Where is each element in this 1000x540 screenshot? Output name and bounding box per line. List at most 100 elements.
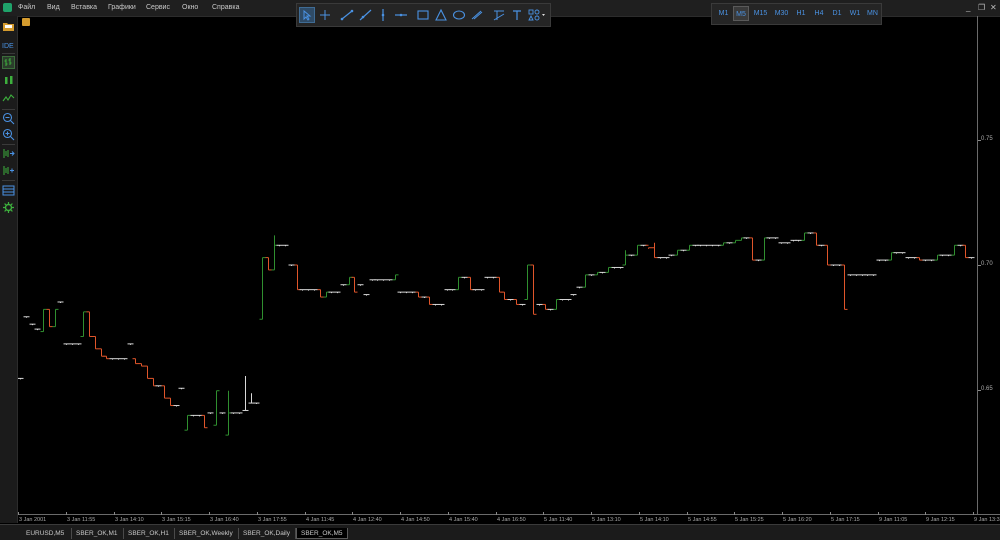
ohlc-bar (75, 343, 82, 345)
ohlc-bar (92, 335, 99, 350)
ohlc-bar (467, 276, 474, 291)
autoscroll-icon[interactable] (2, 164, 15, 177)
ohlc-bar (461, 276, 468, 279)
time-tick-mark (257, 512, 258, 515)
ohlc-bar (668, 254, 675, 257)
ohlc-bar (271, 235, 278, 271)
time-tick-mark (496, 512, 497, 515)
time-tick-label: 9 Jan 13:35 (974, 517, 1000, 523)
ohlc-bar (265, 257, 272, 271)
candlestick-icon[interactable] (2, 74, 15, 87)
chart-area[interactable] (18, 16, 977, 514)
price-chart[interactable] (18, 16, 977, 514)
app-logo-icon (3, 3, 12, 12)
menu-service[interactable]: Сервис (146, 4, 170, 11)
ohlc-bar (841, 264, 848, 310)
time-tick-mark (209, 512, 210, 515)
price-axis[interactable]: 0.75 0.70 0.65 (977, 16, 1000, 514)
ohlc-bar (357, 284, 364, 286)
tab-sber-m5[interactable]: SBER_OK,M5 (296, 528, 348, 539)
ohlc-bar (813, 232, 820, 246)
ohlc-bar (294, 264, 301, 291)
ohlc-bar (807, 232, 814, 234)
ohlc-bar (507, 299, 514, 301)
expert-advisor-icon (22, 18, 30, 26)
tab-sber-m1[interactable]: SBER_OK,M1 (72, 528, 124, 539)
ohlc-bar (184, 414, 191, 431)
ohlc-bar (386, 279, 393, 281)
tab-sber-weekly[interactable]: SBER_OK,Weekly (175, 528, 239, 539)
ohlc-bar (276, 244, 283, 247)
ohlc-bar (726, 242, 733, 244)
ohlc-bar (732, 239, 739, 244)
ohlc-bar (766, 237, 773, 239)
time-tick-label: 4 Jan 12:40 (353, 517, 382, 523)
ohlc-bar (34, 328, 41, 331)
ohlc-bar (236, 412, 243, 414)
time-tick-label: 3 Jan 15:15 (162, 517, 191, 523)
open-folder-icon[interactable] (2, 20, 15, 33)
ohlc-bar (928, 259, 935, 262)
close-icon[interactable]: ✕ (990, 3, 997, 12)
ohlc-bar (772, 237, 779, 239)
restore-icon[interactable]: ❐ (978, 3, 985, 12)
tab-eurusd-m5[interactable]: EURUSD,M5 (22, 528, 72, 539)
menu-view[interactable]: Вид (47, 4, 60, 11)
ohlc-bar (230, 412, 237, 414)
ohlc-bar (778, 242, 785, 244)
ohlc-bar (138, 363, 145, 367)
ohlc-bar (709, 244, 716, 247)
menu-file[interactable]: Файл (18, 4, 35, 11)
time-tick-mark (18, 512, 19, 515)
ohlc-bar (496, 276, 503, 293)
ohlc-bar (323, 291, 330, 298)
ohlc-bar (599, 271, 606, 274)
ohlc-bar (259, 257, 266, 320)
ohlc-bar (219, 412, 226, 414)
ide-icon[interactable]: IDE (2, 38, 15, 51)
tab-sber-daily[interactable]: SBER_OK,Daily (239, 528, 296, 539)
settings-icon[interactable] (2, 201, 15, 214)
ohlc-bar (922, 259, 929, 262)
ohlc-bar (103, 355, 110, 360)
ohlc-bar (86, 311, 93, 337)
zoom-out-icon[interactable] (2, 112, 15, 125)
tab-sber-h1[interactable]: SBER_OK,H1 (124, 528, 175, 539)
menu-charts[interactable]: Графики (108, 4, 136, 11)
ohlc-bar (213, 390, 220, 426)
ohlc-bar (23, 316, 30, 318)
ohlc-bar (403, 291, 410, 294)
ohlc-bar (248, 393, 255, 404)
ohlc-bar (80, 311, 87, 337)
ohlc-bar (18, 377, 24, 380)
time-tick-label: 3 Jan 17:55 (258, 517, 287, 523)
ohlc-bar (761, 237, 768, 261)
menu-help[interactable]: Справка (212, 4, 239, 11)
time-tick-label: 5 Jan 14:10 (640, 517, 669, 523)
time-tick-mark (448, 512, 449, 515)
ohlc-bar (847, 274, 854, 276)
minimize-icon[interactable]: _ (966, 3, 970, 12)
ohlc-bar (132, 358, 139, 365)
ohlc-bar (634, 244, 641, 256)
ohlc-bar (611, 266, 618, 269)
menu-insert[interactable]: Вставка (71, 4, 97, 11)
time-tick-label: 5 Jan 13:10 (592, 517, 621, 523)
ohlc-bar (968, 257, 975, 259)
templates-icon[interactable] (2, 184, 15, 197)
ohlc-bar (801, 232, 808, 241)
line-chart-icon[interactable] (2, 92, 15, 105)
chart-shift-icon[interactable] (2, 147, 15, 160)
left-toolbar: IDE (0, 16, 18, 523)
ohlc-bar (743, 237, 750, 239)
price-tick-label: 0.70 (981, 261, 993, 267)
menu-window[interactable]: Окно (182, 4, 198, 11)
bar-chart-icon[interactable] (2, 56, 15, 69)
zoom-in-icon[interactable] (2, 128, 15, 141)
time-tick-mark (830, 512, 831, 515)
time-axis[interactable]: 3 Jan 2001 3 Jan 11:55 3 Jan 14:10 3 Jan 15… (18, 512, 1000, 524)
ohlc-bar (651, 242, 658, 259)
ohlc-bar (830, 264, 837, 266)
ohlc-bar (893, 252, 900, 254)
ohlc-bar (317, 289, 324, 298)
